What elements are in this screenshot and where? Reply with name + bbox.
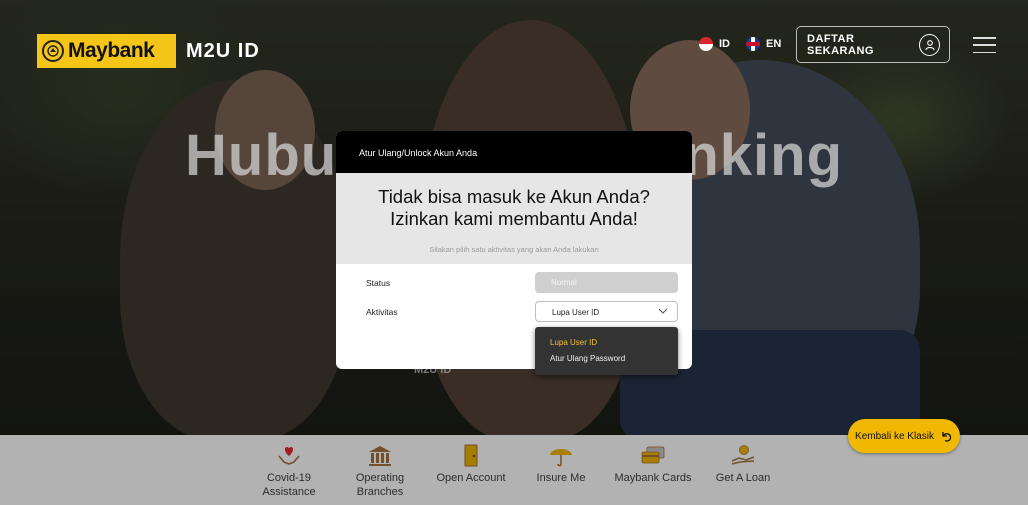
language-id-label: ID: [719, 38, 730, 50]
flag-id-icon: [699, 37, 713, 51]
activity-select-value: Lupa User ID: [552, 308, 600, 317]
back-to-classic-label: Kembali ke Klasik: [855, 430, 934, 442]
chevron-down-icon: [658, 308, 668, 314]
flag-uk-icon: [746, 37, 760, 51]
modal-subtitle: Silakan pilih satu aktivitas yang akan A…: [429, 245, 599, 254]
app-name: M2U ID: [186, 39, 260, 62]
language-en-option[interactable]: EN: [746, 37, 781, 51]
maybank-tiger-icon: [42, 40, 64, 62]
activity-option-lupa-user-id[interactable]: Lupa User ID: [535, 336, 678, 352]
modal-intro: Tidak bisa masuk ke Akun Anda? Izinkan k…: [336, 173, 692, 264]
activity-label: Aktivitas: [366, 307, 398, 317]
modal-title-line1: Tidak bisa masuk ke Akun Anda?: [378, 186, 650, 207]
hamburger-line: [973, 37, 996, 39]
modal-header: Atur Ulang/Unlock Akun Anda: [336, 131, 692, 173]
signup-button[interactable]: DAFTAR SEKARANG: [796, 26, 950, 63]
status-label: Status: [366, 278, 391, 288]
activity-select[interactable]: Lupa User ID: [535, 301, 678, 322]
brand-name: Maybank: [68, 39, 155, 62]
brand-logo[interactable]: Maybank M2U ID: [37, 34, 260, 68]
user-icon: [919, 33, 940, 56]
hamburger-menu-icon[interactable]: [973, 37, 996, 53]
language-en-label: EN: [766, 38, 782, 50]
hamburger-line: [973, 44, 996, 46]
status-field: Normal: [535, 272, 678, 293]
signup-label: DAFTAR SEKARANG: [807, 32, 874, 57]
language-id-option[interactable]: ID: [699, 37, 730, 51]
hamburger-line: [973, 51, 996, 53]
undo-arrow-icon: [942, 431, 952, 442]
modal-header-title: Atur Ulang/Unlock Akun Anda: [359, 148, 478, 158]
maybank-logo-box: Maybank: [37, 34, 176, 68]
activity-dropdown-menu: Lupa User ID Atur Ulang Password: [535, 327, 678, 375]
modal-title-line2: Izinkan kami membantu Anda!: [390, 208, 638, 229]
activity-option-reset-password[interactable]: Atur Ulang Password: [535, 352, 678, 368]
back-to-classic-button[interactable]: Kembali ke Klasik: [848, 419, 960, 453]
